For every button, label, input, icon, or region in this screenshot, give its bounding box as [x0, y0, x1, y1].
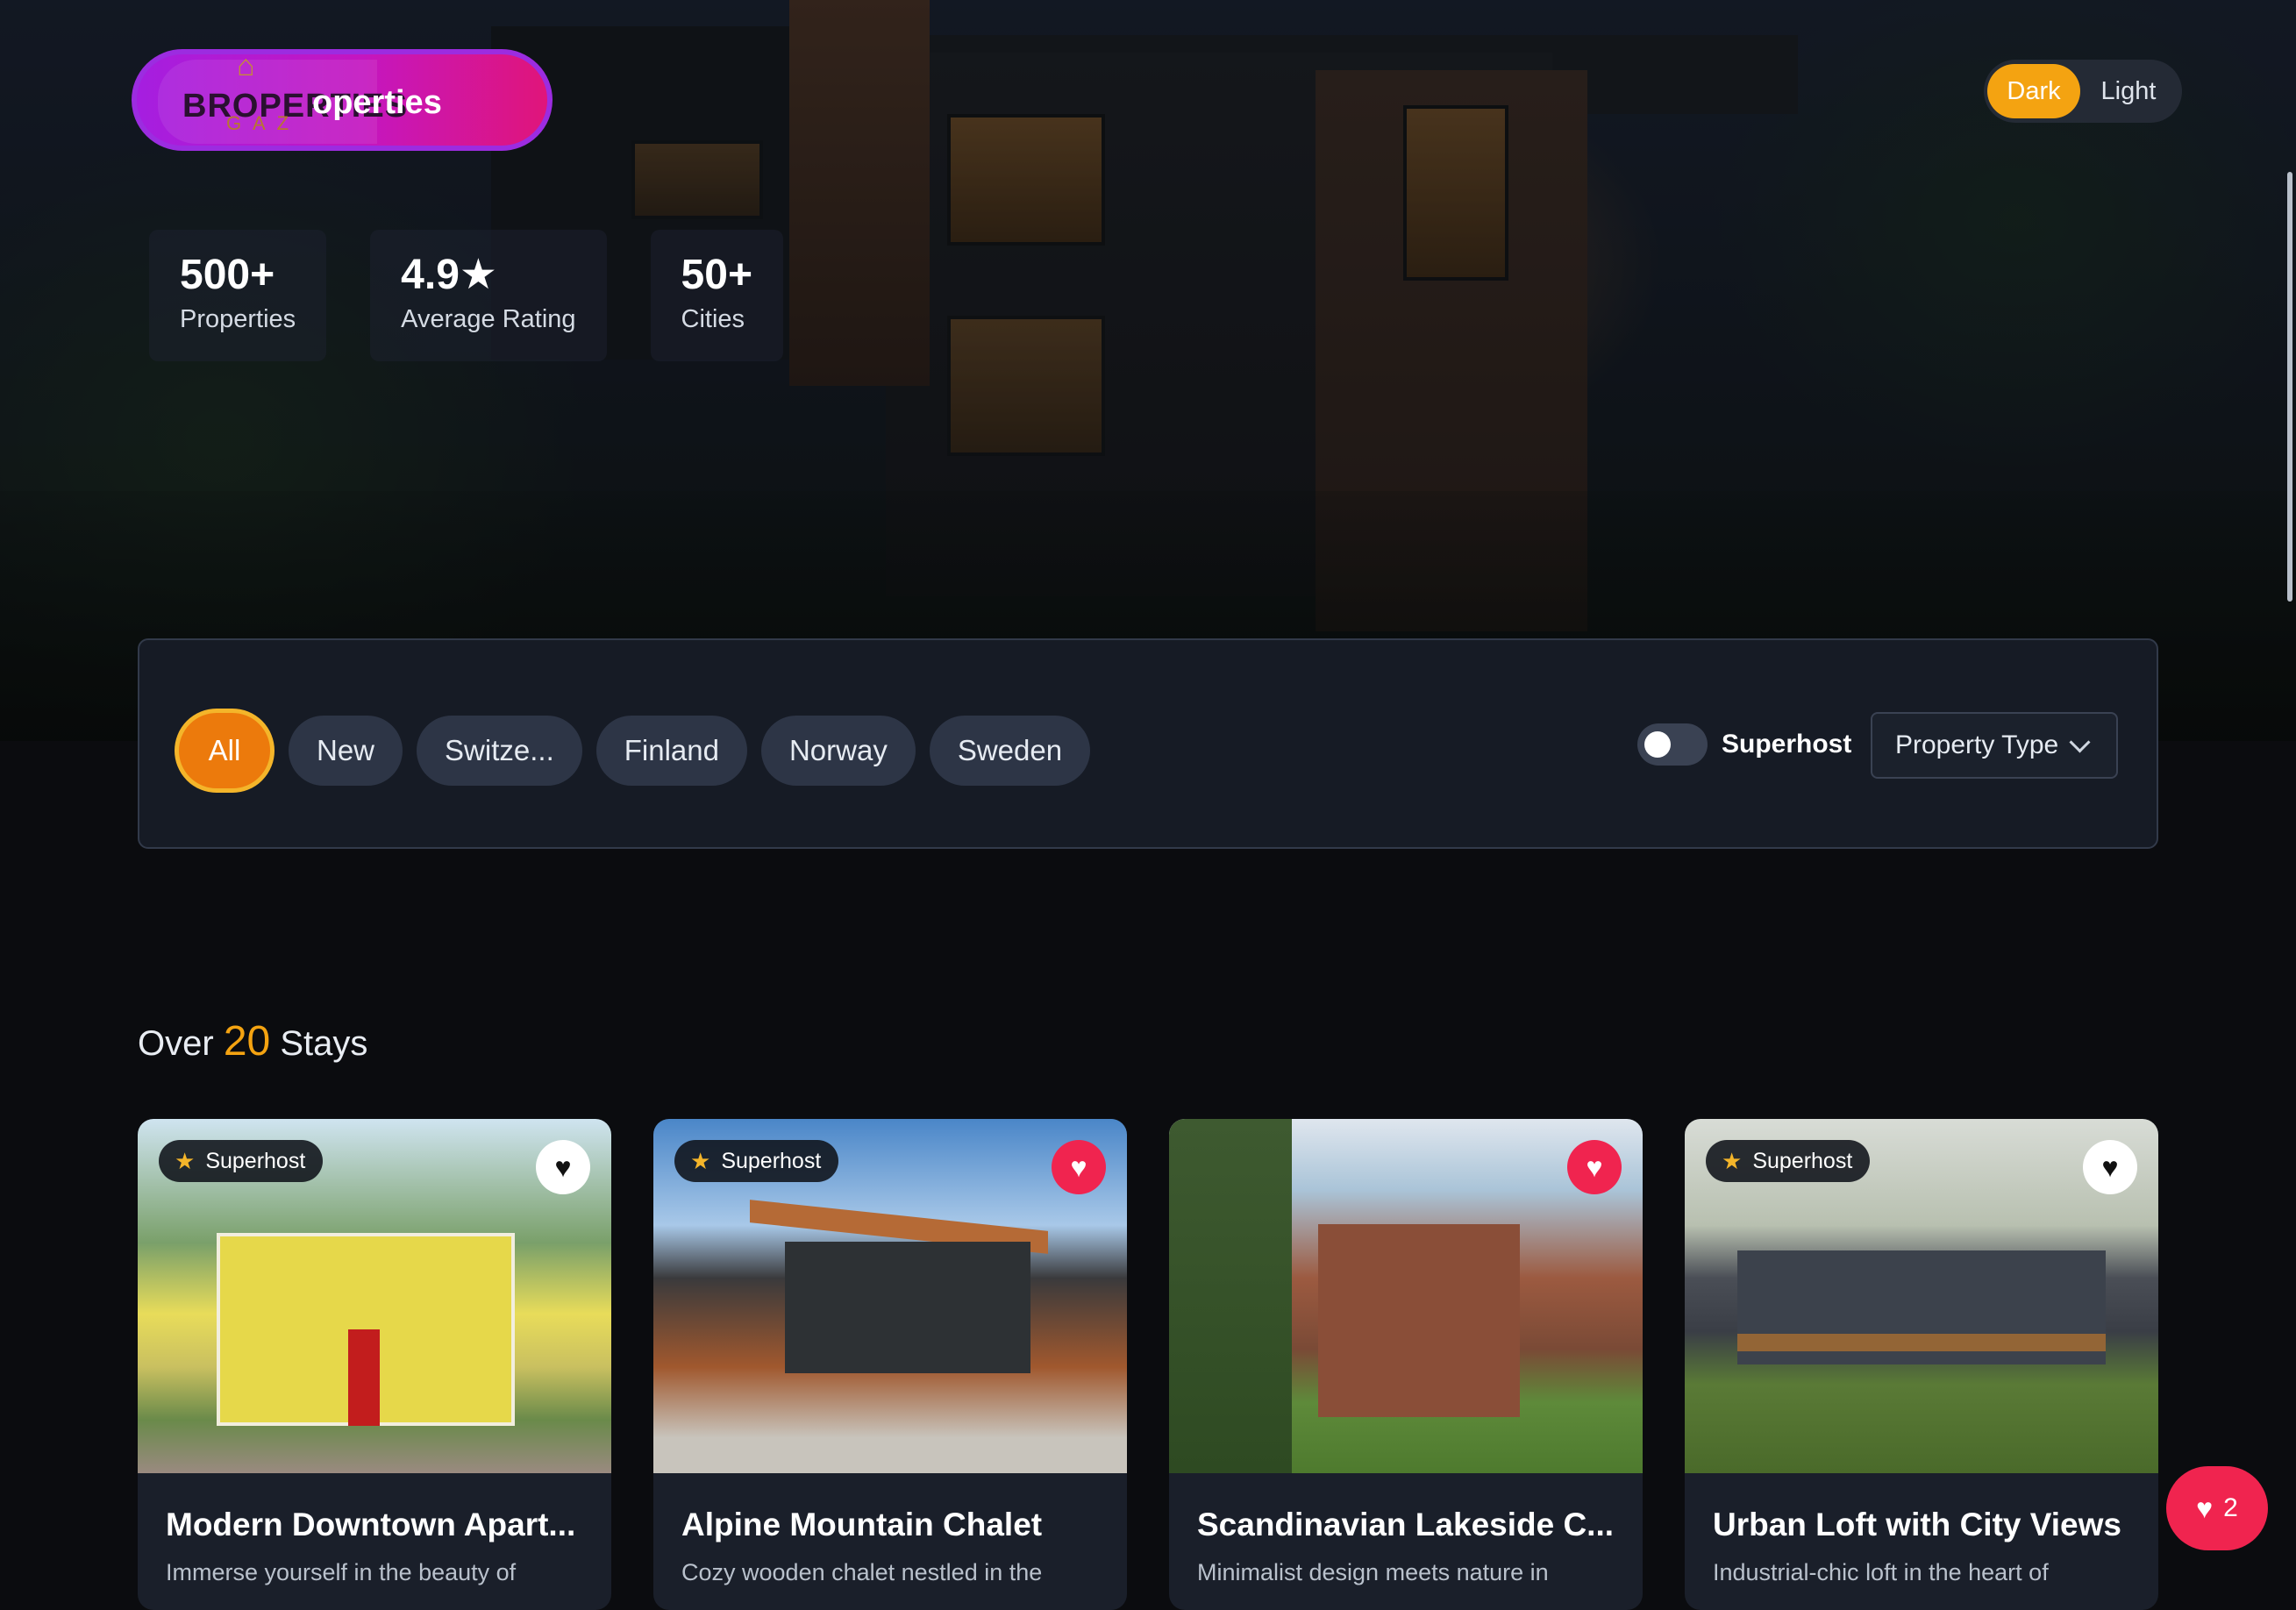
superhost-filter: Superhost — [1637, 723, 1851, 766]
stat-cities: 50+ Cities — [650, 230, 783, 361]
listing-image: ★ Superhost ♥ — [1685, 1119, 2158, 1473]
badge-label: Superhost — [205, 1148, 306, 1173]
listing-image-house — [1318, 1224, 1520, 1417]
stat-properties: 500+ Properties — [149, 230, 327, 361]
chip-norway[interactable]: Norway — [760, 716, 916, 786]
heart-icon: ♥ — [1586, 1151, 1603, 1183]
superhost-badge: ★ Superhost — [159, 1140, 324, 1182]
stat-label: Properties — [180, 305, 296, 333]
stats-row: 500+ Properties 4.9★ Average Rating 50+ … — [149, 230, 827, 361]
listing-description: Industrial-chic loft in the heart of — [1713, 1559, 2049, 1585]
favorites-floating-button[interactable]: ♥ 2 — [2166, 1466, 2268, 1550]
favorites-count: 2 — [2223, 1493, 2238, 1522]
heading-suffix: Stays — [280, 1024, 368, 1063]
listings-heading: Over 20 Stays — [138, 1017, 367, 1065]
star-icon: ★ — [1722, 1147, 1743, 1174]
brand-logo[interactable]: BROPERTIES operties — [132, 49, 553, 151]
chip-sweden[interactable]: Sweden — [929, 716, 1091, 786]
card-body: Alpine Mountain Chalet Cozy wooden chale… — [653, 1473, 1127, 1586]
listing-title[interactable]: Scandinavian Lakeside C... — [1197, 1507, 1615, 1543]
property-type-label: Property Type — [1895, 730, 2059, 759]
heart-icon: ♥ — [554, 1151, 572, 1183]
scrollbar-thumb[interactable] — [2287, 172, 2292, 602]
hero-section: BROPERTIES operties ⌂ G A Z Dark Light 5… — [0, 0, 2296, 741]
listing-card[interactable]: ★ Superhost ♥ Modern Downtown Apart... I… — [138, 1119, 611, 1610]
favorite-button[interactable]: ♥ — [1052, 1140, 1106, 1194]
listing-image-lights — [1737, 1334, 2106, 1351]
listing-card[interactable]: ★ Superhost ♥ Alpine Mountain Chalet Coz… — [653, 1119, 1127, 1610]
listing-card[interactable]: ★ Superhost ♥ Urban Loft with City Views… — [1685, 1119, 2158, 1610]
logo-text: operties — [312, 84, 442, 121]
house-icon: ⌂ — [237, 49, 255, 82]
chip-new[interactable]: New — [289, 716, 403, 786]
listing-image-glass — [785, 1242, 1030, 1373]
listing-image: ★ Superhost ♥ — [653, 1119, 1127, 1473]
card-body: Modern Downtown Apart... Immerse yoursel… — [138, 1473, 611, 1586]
superhost-toggle[interactable] — [1637, 723, 1708, 766]
star-icon: ★ — [690, 1147, 711, 1174]
heart-icon: ♥ — [2101, 1151, 2119, 1183]
superhost-label: Superhost — [1722, 730, 1852, 759]
location-chips: All New Switze... Finland Norway Sweden — [175, 709, 1104, 793]
heart-icon: ♥ — [1070, 1151, 1087, 1183]
superhost-badge: ★ Superhost — [674, 1140, 839, 1182]
chip-all[interactable]: All — [175, 709, 275, 793]
toggle-knob — [1644, 731, 1671, 758]
favorite-button[interactable]: ♥ — [1567, 1140, 1622, 1194]
superhost-badge: ★ Superhost — [1706, 1140, 1871, 1182]
star-icon: ★ — [175, 1147, 196, 1174]
filter-panel: All New Switze... Finland Norway Sweden … — [138, 638, 2158, 849]
listing-card[interactable]: ♥ Scandinavian Lakeside C... Minimalist … — [1169, 1119, 1643, 1610]
card-body: Scandinavian Lakeside C... Minimalist de… — [1169, 1473, 1643, 1586]
chevron-down-icon — [2069, 730, 2091, 753]
listing-title[interactable]: Alpine Mountain Chalet — [681, 1507, 1099, 1543]
theme-toggle[interactable]: Dark Light — [1984, 60, 2182, 123]
listing-title[interactable]: Modern Downtown Apart... — [166, 1507, 583, 1543]
theme-dark-button[interactable]: Dark — [1987, 64, 2080, 118]
chip-finland[interactable]: Finland — [595, 716, 747, 786]
heart-icon: ♥ — [2196, 1492, 2214, 1524]
listing-description: Minimalist design meets nature in — [1197, 1559, 1549, 1585]
listing-description: Immerse yourself in the beauty of — [166, 1559, 517, 1585]
badge-label: Superhost — [721, 1148, 822, 1173]
listing-title[interactable]: Urban Loft with City Views — [1713, 1507, 2130, 1543]
listing-image: ♥ — [1169, 1119, 1643, 1473]
listing-description: Cozy wooden chalet nestled in the — [681, 1559, 1043, 1585]
chip-switzerland[interactable]: Switze... — [417, 716, 582, 786]
stays-count: 20 — [223, 1018, 271, 1065]
favorite-button[interactable]: ♥ — [536, 1140, 590, 1194]
theme-light-button[interactable]: Light — [2080, 64, 2177, 118]
card-body: Urban Loft with City Views Industrial-ch… — [1685, 1473, 2158, 1586]
stat-label: Cities — [681, 305, 745, 333]
listing-image-door — [348, 1329, 380, 1426]
heading-prefix: Over — [138, 1024, 214, 1063]
stat-value: 50+ — [681, 252, 752, 298]
listing-image: ★ Superhost ♥ — [138, 1119, 611, 1473]
stat-label: Average Rating — [401, 305, 576, 333]
stat-value: 500+ — [180, 252, 275, 298]
favorite-button[interactable]: ♥ — [2083, 1140, 2137, 1194]
listing-grid: ★ Superhost ♥ Modern Downtown Apart... I… — [138, 1119, 2200, 1610]
property-type-select[interactable]: Property Type — [1871, 712, 2118, 779]
listing-image-tree — [1169, 1119, 1292, 1473]
stat-value: 4.9★ — [401, 252, 497, 298]
stat-rating: 4.9★ Average Rating — [370, 230, 607, 361]
logo-subtext: G A Z — [226, 112, 293, 134]
badge-label: Superhost — [1752, 1148, 1853, 1173]
